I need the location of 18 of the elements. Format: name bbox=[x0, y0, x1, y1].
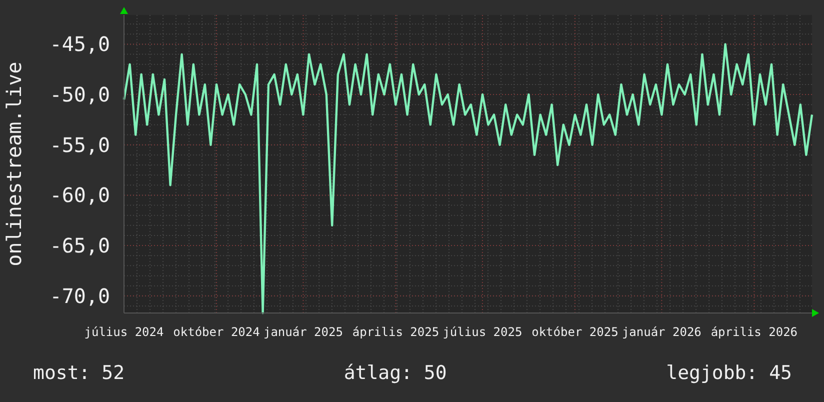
legend-text: legjobb: 45 bbox=[666, 362, 792, 384]
y-tick-label: -45,0 bbox=[50, 32, 110, 56]
legend-text: átlag: 50 bbox=[344, 362, 447, 384]
x-tick-label: július 2025 bbox=[442, 325, 522, 339]
x-tick-label: július 2024 bbox=[84, 325, 164, 339]
legend-text: most: 52 bbox=[33, 362, 125, 384]
y-axis-label: onlinestream.live bbox=[2, 62, 26, 266]
x-tick-label: január 2026 bbox=[622, 325, 702, 339]
x-tick-label: október 2025 bbox=[532, 325, 618, 339]
x-tick-label: október 2024 bbox=[173, 325, 260, 339]
x-tick-label: január 2025 bbox=[263, 325, 343, 339]
y-tick-label: -70,0 bbox=[50, 284, 110, 308]
y-tick-label: -50,0 bbox=[50, 82, 110, 107]
x-tick-label: április 2025 bbox=[352, 325, 440, 339]
y-tick-label: -65,0 bbox=[50, 234, 110, 258]
y-tick-label: -60,0 bbox=[50, 183, 110, 208]
x-tick-label: április 2026 bbox=[710, 325, 798, 339]
y-tick-label: -55,0 bbox=[50, 132, 110, 157]
